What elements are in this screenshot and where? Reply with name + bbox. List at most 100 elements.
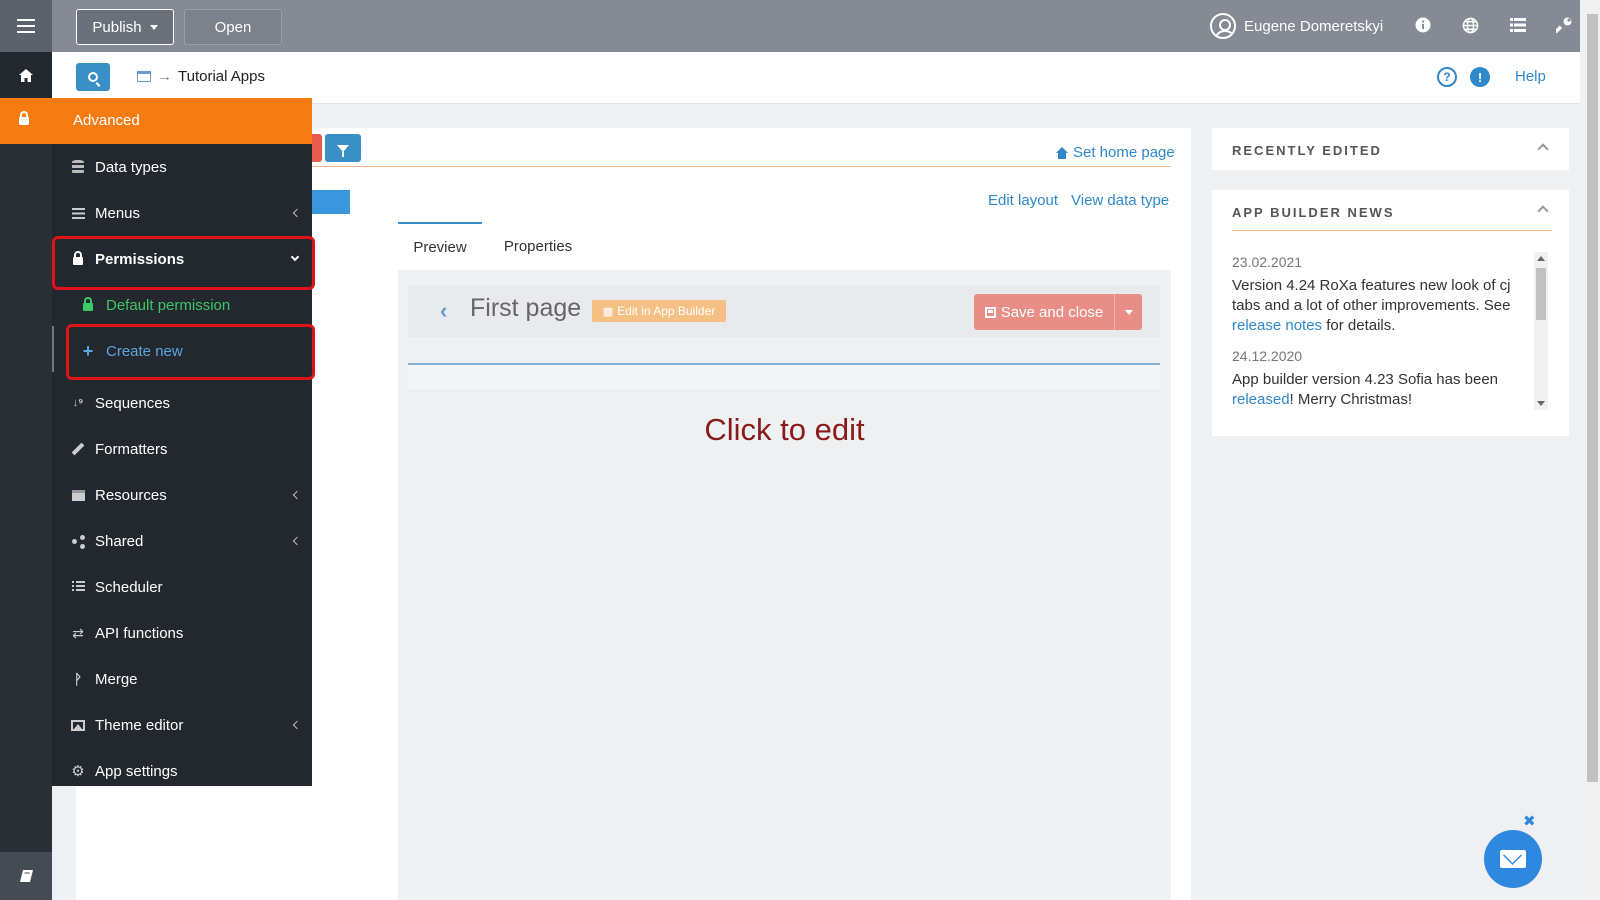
menu-item-shared[interactable]: Shared [52, 518, 312, 564]
menu-header-advanced[interactable]: Advanced [0, 98, 312, 144]
menu-item-label: Default permission [106, 296, 231, 314]
search-icon [88, 72, 98, 82]
recently-edited-title: RECENTLY EDITED [1232, 143, 1382, 158]
image-icon [70, 717, 86, 733]
globe-icon[interactable] [1459, 14, 1481, 36]
chevron-left-icon [292, 720, 302, 730]
pencil-icon [70, 441, 86, 457]
menu-item-label: Resources [95, 486, 167, 504]
chevron-down-icon [1124, 309, 1133, 315]
edit-layout-link[interactable]: Edit layout [988, 192, 1058, 209]
envelope-icon [1500, 850, 1526, 868]
chevron-left-icon [292, 490, 302, 500]
blue-button-edge[interactable] [306, 190, 350, 214]
scroll-down-icon[interactable] [1537, 401, 1545, 406]
page-scrollbar[interactable] [1585, 0, 1600, 900]
question-icon[interactable]: ? [1437, 67, 1457, 87]
scroll-up-icon[interactable] [1537, 256, 1545, 261]
menu-item-app-settings[interactable]: ⚙ App settings [52, 748, 312, 794]
publish-button[interactable]: Publish [76, 9, 174, 45]
menu-item-formatters[interactable]: Formatters [52, 426, 312, 472]
window-icon [137, 71, 151, 82]
alert-icon[interactable]: ! [1470, 67, 1490, 87]
save-and-close-button[interactable]: Save and close [974, 294, 1114, 330]
menu-item-label: Menus [95, 204, 141, 222]
sub-bar [52, 52, 1580, 104]
section-divider [408, 363, 1160, 389]
news-text: App builder version 4.23 Sofia has been … [1232, 370, 1517, 410]
user-avatar-icon [1210, 13, 1236, 39]
close-icon[interactable]: ✖ [1523, 812, 1536, 830]
highlight-create-new [66, 324, 315, 380]
released-link[interactable]: released [1232, 391, 1290, 408]
breadcrumb-arrow: → [157, 68, 172, 85]
search-button[interactable] [76, 63, 110, 91]
book-icon[interactable] [0, 852, 52, 900]
news-date: 24.12.2020 [1232, 348, 1303, 364]
edit-in-app-builder-button[interactable]: ▩ Edit in App Builder [592, 300, 726, 322]
open-button[interactable]: Open [184, 9, 282, 45]
list-icon[interactable] [1507, 14, 1529, 36]
menu-item-sequences[interactable]: ↓⁹ Sequences [52, 380, 312, 426]
app-builder-news-panel: APP BUILDER NEWS 23.02.2021 Version 4.24… [1212, 190, 1569, 436]
news-scroll-thumb[interactable] [1536, 268, 1546, 320]
page-title: First page [470, 294, 582, 322]
tab-preview[interactable]: Preview [398, 222, 482, 270]
menu-item-label: Data types [95, 158, 167, 176]
menu-item-scheduler[interactable]: Scheduler [52, 564, 312, 610]
cubes-icon: ▩ [602, 305, 614, 318]
sort-numeric-icon: ↓⁹ [72, 396, 84, 409]
user-menu[interactable]: Eugene Domeretskyi [1210, 12, 1383, 40]
list-ol-icon [70, 579, 86, 595]
save-and-close-label: Save and close [1000, 303, 1104, 321]
news-title: APP BUILDER NEWS [1232, 205, 1395, 220]
news-divider [1232, 230, 1552, 231]
chevron-left-icon[interactable]: ‹ [440, 298, 447, 324]
menu-item-api-functions[interactable]: ⇄ API functions [52, 610, 312, 656]
breadcrumb-label[interactable]: Tutorial Apps [178, 68, 265, 85]
menu-item-label: API functions [95, 624, 184, 642]
menu-item-resources[interactable]: Resources [52, 472, 312, 518]
help-link[interactable]: Help [1515, 68, 1546, 85]
save-options-button[interactable] [1114, 294, 1142, 330]
click-to-edit-text[interactable]: Click to edit [398, 412, 1171, 448]
page-scroll-thumb[interactable] [1587, 14, 1598, 782]
tab-properties[interactable]: Properties [486, 222, 590, 270]
chevron-up-icon[interactable] [1537, 205, 1549, 217]
hamburger-menu-icon[interactable] [0, 0, 52, 52]
chevron-up-icon[interactable] [1537, 143, 1549, 155]
menu-item-label: Shared [95, 532, 144, 550]
chat-button[interactable] [1484, 830, 1542, 888]
view-data-type-link[interactable]: View data type [1071, 192, 1169, 209]
news-item: 23.02.2021 Version 4.24 RoXa features ne… [1232, 252, 1517, 336]
user-name: Eugene Domeretskyi [1244, 17, 1384, 35]
release-notes-link[interactable]: release notes [1232, 317, 1322, 334]
news-text-before: App builder version 4.23 Sofia has been [1232, 371, 1499, 388]
news-list: 23.02.2021 Version 4.24 RoXa features ne… [1232, 252, 1517, 420]
news-text-after: for details. [1322, 317, 1396, 334]
tab-bar: Preview Properties [398, 222, 1171, 270]
menu-item-merge[interactable]: ᚹ Merge [52, 656, 312, 702]
menu-item-menus[interactable]: Menus [52, 190, 312, 236]
info-icon[interactable] [1412, 14, 1434, 36]
menu-item-label: Scheduler [95, 578, 163, 596]
menu-item-label: Sequences [95, 394, 171, 412]
menu-item-data-types[interactable]: Data types [52, 144, 312, 190]
news-scrollbar[interactable] [1534, 252, 1548, 410]
home-icon[interactable] [0, 52, 52, 98]
wrench-icon[interactable] [1553, 14, 1575, 36]
home-icon [1056, 146, 1068, 159]
publish-label: Publish [92, 18, 142, 36]
lock-icon [80, 297, 96, 313]
filter-button[interactable] [325, 134, 361, 162]
set-home-page-link[interactable]: Set home page [1056, 144, 1175, 161]
news-item: 24.12.2020 App builder version 4.23 Sofi… [1232, 346, 1517, 410]
lock-icon [19, 111, 29, 125]
database-icon [70, 159, 86, 175]
set-home-label: Set home page [1073, 144, 1175, 161]
news-text: Version 4.24 RoXa features new look of c… [1232, 276, 1517, 336]
exchange-icon: ⇄ [72, 625, 84, 641]
menu-header-label: Advanced [73, 112, 140, 129]
chevron-left-icon [292, 536, 302, 546]
menu-item-theme-editor[interactable]: Theme editor [52, 702, 312, 748]
